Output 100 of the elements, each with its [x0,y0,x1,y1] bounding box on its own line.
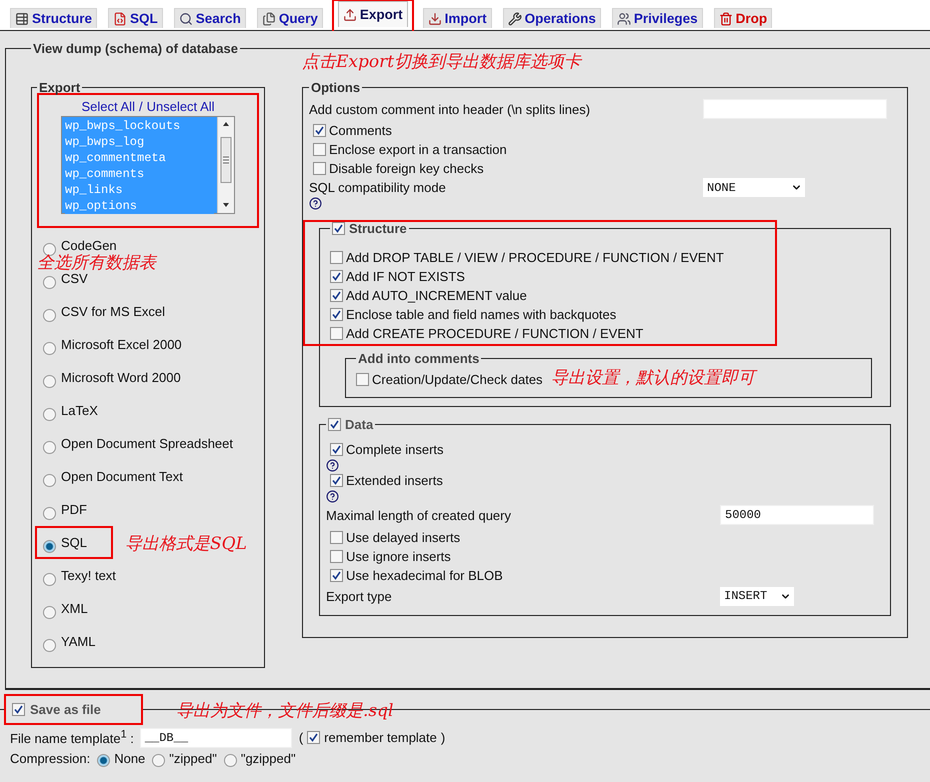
option-label: Disable foreign key checks [329,161,484,176]
table-icon [15,12,29,26]
radio-button[interactable] [43,474,56,487]
tab[interactable]: Operations [502,8,601,28]
option-label: Creation/Update/Check dates [372,372,543,387]
radio-button[interactable] [43,507,56,520]
radio-button[interactable] [43,606,56,619]
search-icon [178,12,193,26]
radio-button[interactable] [43,243,56,256]
option-label: Add AUTO_INCREMENT value [346,288,527,303]
option-label: Extended inserts [346,473,443,488]
checkbox[interactable] [330,327,343,340]
checkbox[interactable] [313,143,326,156]
radio-button[interactable] [43,573,56,586]
option-label: Enclose export in a transaction [329,142,507,157]
field-label: File name template$^{1}$ : [10,728,134,746]
option-label: Complete inserts [346,442,444,457]
radio-button[interactable] [43,276,56,289]
radio-button[interactable] [43,408,56,421]
option-label: Open Document Spreadsheet [61,436,233,451]
field-label: Compression: [10,751,90,766]
tab[interactable]: Query [256,8,323,28]
option-label: Use ignore inserts [346,549,451,564]
checkbox[interactable] [330,270,343,283]
option-label: Add DROP TABLE / VIEW / PROCEDURE / FUNCTION / EVENT [346,250,724,265]
radio-button[interactable] [43,540,56,553]
wrench-icon [508,12,522,26]
checkbox[interactable] [330,550,343,563]
checkbox[interactable] [307,731,320,744]
group-title: Export [39,80,80,95]
compatibility-select[interactable]: NONE [703,178,805,197]
checkbox[interactable] [328,418,341,431]
option-label: Open Document Text [61,469,183,484]
checkbox[interactable] [330,474,343,487]
option-label: "zipped" [169,751,217,766]
tab[interactable]: SQL [108,8,163,28]
checkbox[interactable] [330,251,343,264]
option-label: Use hexadecimal for BLOB [346,568,503,583]
option-label: Texy! text [61,568,116,583]
help-icon[interactable] [309,197,322,210]
query-length-input[interactable]: 50000 [720,505,874,525]
help-icon[interactable] [326,459,339,471]
scrollbar[interactable] [217,117,234,213]
option-label: SQL [61,535,88,550]
tab[interactable]: Search [174,8,246,28]
paren-text: ( [298,730,304,745]
option-label: Enclose table and field names with backquotes [346,307,616,322]
option-label: Microsoft Excel 2000 [61,337,182,352]
help-icon[interactable] [326,490,339,502]
radio-button[interactable] [43,639,56,652]
field-label: Export type [326,588,393,604]
radio-button[interactable] [97,754,110,767]
documents-icon [262,12,276,26]
file-name-input[interactable]: __DB__ [140,728,292,748]
group-title: Options [311,80,360,95]
select-all-link[interactable]: Select All [81,99,135,114]
option-label: CSV [61,271,88,286]
unselect-all-link[interactable]: Unselect All [146,99,215,114]
download-icon [428,12,442,26]
checkbox[interactable] [330,308,343,321]
radio-button[interactable] [224,754,237,767]
option-label: remember template [324,730,437,745]
annotation-note: 导出格式是SQL [125,533,247,555]
group-title: Save as file [30,702,101,717]
upload-icon [342,8,357,22]
checkbox[interactable] [313,162,326,175]
checkbox[interactable] [313,124,326,137]
annotation-note: 导出设置，默认的设置即可 [551,366,755,389]
option-label: LaTeX [61,403,98,418]
option-label: CodeGen [61,238,117,253]
radio-button[interactable] [43,342,56,355]
tab[interactable]: Drop [714,8,772,28]
option-label: CSV for MS Excel [61,304,166,319]
separator-text: / [138,99,143,114]
export-type-select[interactable]: INSERT [720,586,794,606]
checkbox[interactable] [330,569,343,582]
tab[interactable]: Privileges [612,8,703,28]
tab[interactable]: Import [422,8,492,28]
scrollbar-thumb[interactable] [220,137,232,183]
checkbox[interactable] [332,222,345,235]
option-label: PDF [61,502,87,517]
comment-input[interactable] [703,99,887,119]
option-label: Add IF NOT EXISTS [346,269,465,284]
radio-button[interactable] [43,441,56,454]
radio-button[interactable] [43,375,56,388]
section-title: View dump (schema) of database [33,41,238,56]
trash-icon [718,12,733,26]
tab[interactable]: Structure [10,8,98,28]
radio-button[interactable] [152,754,166,767]
checkbox[interactable] [330,531,343,544]
checkbox[interactable] [12,703,25,716]
field-label: Add custom comment into header (\n splits lines) [309,102,592,116]
option-label: Microsoft Word 2000 [61,370,181,385]
checkbox[interactable] [330,289,343,302]
radio-button[interactable] [43,309,56,322]
tab[interactable]: Export [338,1,408,27]
annotation-note: 全选所有数据表 [37,252,156,274]
checkbox[interactable] [356,373,369,386]
option-label: YAML [61,634,96,649]
checkbox[interactable] [330,443,343,456]
